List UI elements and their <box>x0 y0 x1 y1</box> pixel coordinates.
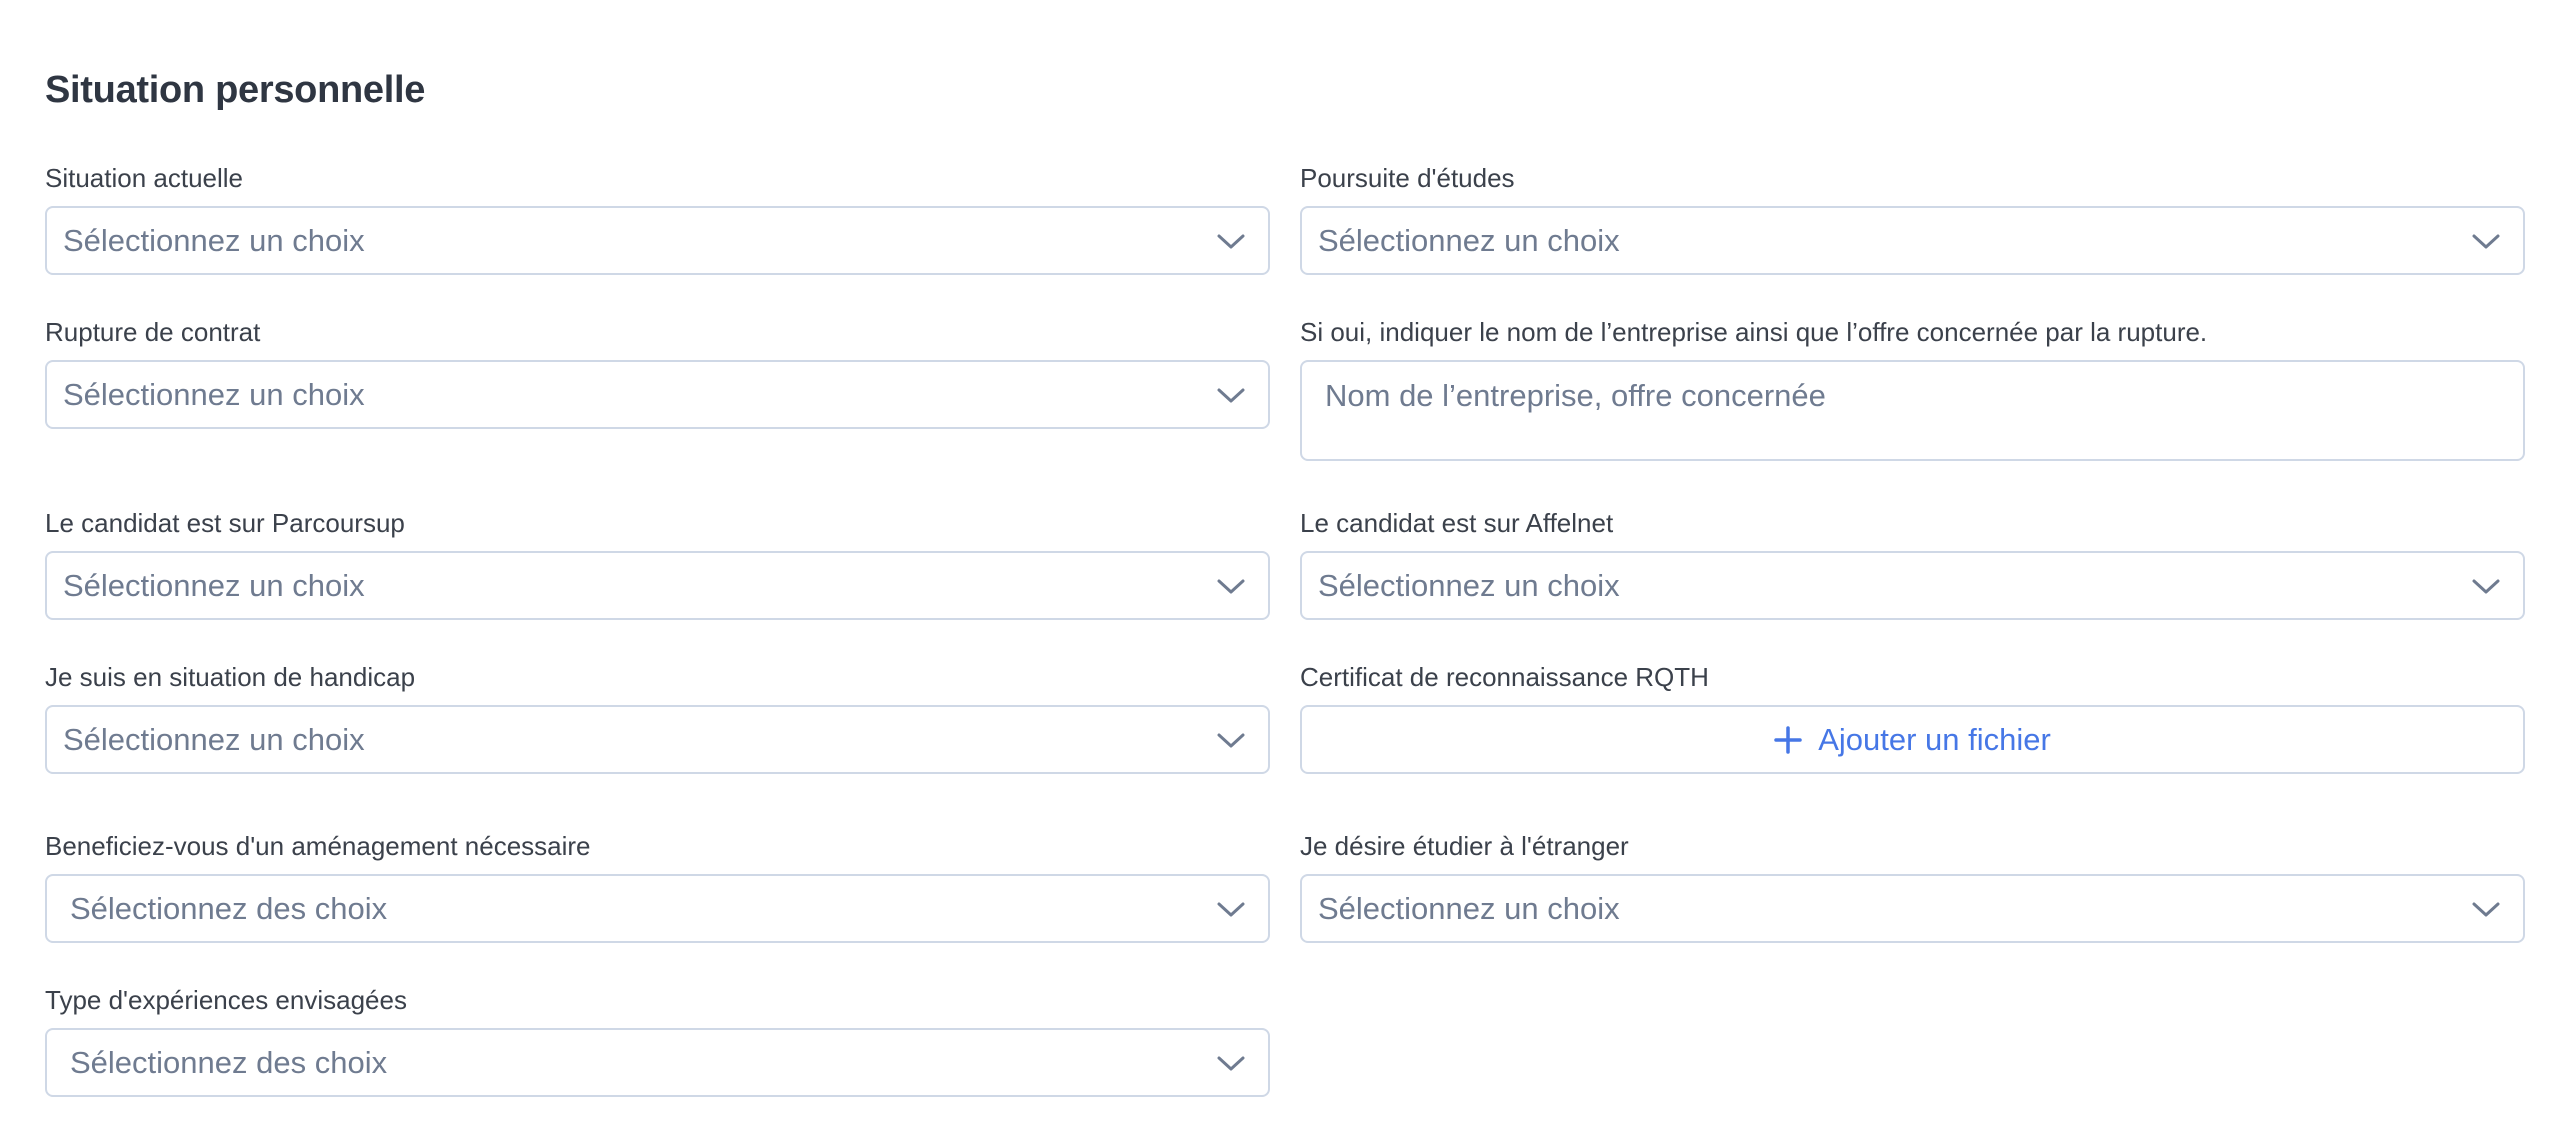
field-label: Beneficiez-vous d'un aménagement nécessa… <box>45 831 591 861</box>
select-value: Sélectionnez un choix <box>1318 891 1620 926</box>
field-label: Poursuite d'études <box>1300 163 1515 193</box>
chevron-down-icon <box>1217 388 1245 403</box>
select-value: Sélectionnez un choix <box>63 223 365 258</box>
etranger-select[interactable]: Sélectionnez un choix <box>1300 874 2525 943</box>
parcoursup-select[interactable]: Sélectionnez un choix <box>45 551 1270 620</box>
add-file-button[interactable]: Ajouter un fichier <box>1300 705 2525 774</box>
field-label: Je désire étudier à l'étranger <box>1300 831 1629 861</box>
field-label: Le candidat est sur Affelnet <box>1300 508 1614 538</box>
field-label: Je suis en situation de handicap <box>45 662 416 692</box>
field-label: Type d'expériences envisagées <box>45 985 407 1015</box>
select-value: Sélectionnez un choix <box>63 568 365 603</box>
chevron-down-icon <box>1217 579 1245 594</box>
field-handicap: Je suis en situation de handicap Sélecti… <box>45 659 1270 774</box>
rupture-contrat-select[interactable]: Sélectionnez un choix <box>45 360 1270 429</box>
experiences-multiselect[interactable]: Sélectionnez des choix <box>45 1028 1270 1097</box>
handicap-select[interactable]: Sélectionnez un choix <box>45 705 1270 774</box>
field-parcoursup: Le candidat est sur Parcoursup Sélection… <box>45 505 1270 620</box>
chevron-down-icon <box>2472 579 2500 594</box>
chevron-down-icon <box>1217 1056 1245 1071</box>
select-value: Sélectionnez des choix <box>70 1045 388 1080</box>
chevron-down-icon <box>1217 733 1245 748</box>
field-rupture-contrat: Rupture de contrat Sélectionnez un choix <box>45 314 1270 429</box>
field-experiences: Type d'expériences envisagées Sélectionn… <box>45 982 1270 1097</box>
field-label: Certificat de reconnaissance RQTH <box>1300 662 1709 692</box>
select-value: Sélectionnez un choix <box>63 377 365 412</box>
chevron-down-icon <box>2472 902 2500 917</box>
poursuite-etudes-select[interactable]: Sélectionnez un choix <box>1300 206 2525 275</box>
situation-actuelle-select[interactable]: Sélectionnez un choix <box>45 206 1270 275</box>
plus-icon <box>1774 725 1802 754</box>
chevron-down-icon <box>1217 902 1245 917</box>
select-value: Sélectionnez un choix <box>1318 568 1620 603</box>
textarea-placeholder: Nom de l’entreprise, offre concernée <box>1325 378 1826 413</box>
entreprise-rupture-textarea[interactable]: Nom de l’entreprise, offre concernée <box>1300 360 2525 461</box>
field-situation-actuelle: Situation actuelle Sélectionnez un choix <box>45 160 1270 275</box>
select-value: Sélectionnez un choix <box>1318 223 1620 258</box>
field-label: Rupture de contrat <box>45 317 261 347</box>
field-label: Situation actuelle <box>45 163 244 193</box>
chevron-down-icon <box>2472 234 2500 249</box>
field-etranger: Je désire étudier à l'étranger Sélection… <box>1300 828 2525 943</box>
field-entreprise-rupture: Si oui, indiquer le nom de l’entreprise … <box>1300 314 2525 461</box>
field-amenagement: Beneficiez-vous d'un aménagement nécessa… <box>45 828 1270 943</box>
add-file-label: Ajouter un fichier <box>1818 721 2051 757</box>
amenagement-multiselect[interactable]: Sélectionnez des choix <box>45 874 1270 943</box>
chevron-down-icon <box>1217 234 1245 249</box>
field-rqth: Certificat de reconnaissance RQTH Ajoute… <box>1300 659 2525 774</box>
affelnet-select[interactable]: Sélectionnez un choix <box>1300 551 2525 620</box>
field-label: Le candidat est sur Parcoursup <box>45 508 405 538</box>
field-affelnet: Le candidat est sur Affelnet Sélectionne… <box>1300 505 2525 620</box>
select-value: Sélectionnez des choix <box>70 891 388 926</box>
field-poursuite-etudes: Poursuite d'études Sélectionnez un choix <box>1300 160 2525 275</box>
page-title: Situation personnelle <box>45 69 426 112</box>
field-label: Si oui, indiquer le nom de l’entreprise … <box>1300 317 2208 347</box>
select-value: Sélectionnez un choix <box>63 722 365 757</box>
